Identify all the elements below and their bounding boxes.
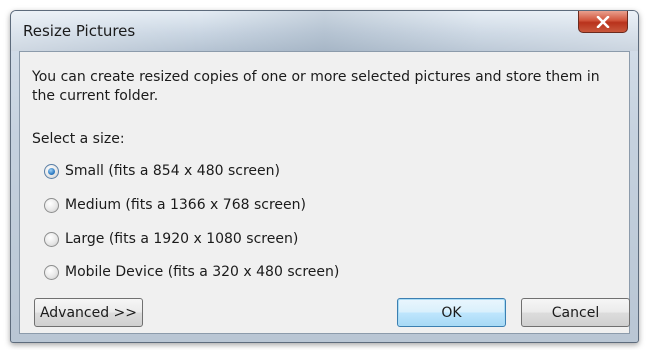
size-option-large[interactable]: Large (fits a 1920 x 1080 screen) [44, 229, 298, 249]
close-button[interactable] [578, 11, 628, 33]
close-icon [596, 15, 610, 28]
radio-dot [48, 167, 55, 175]
radio-selected-icon[interactable] [44, 163, 59, 179]
window-title: Resize Pictures [23, 22, 136, 40]
size-option-mobile-device[interactable]: Mobile Device (fits a 320 x 480 screen) [44, 262, 339, 282]
radio-empty-icon[interactable] [44, 197, 59, 213]
ok-button[interactable]: OK [397, 298, 506, 327]
radio-empty-icon[interactable] [44, 264, 59, 280]
select-size-label: Select a size: [32, 131, 125, 147]
dialog-body: You can create resized copies of one or … [19, 51, 630, 334]
size-option-label: Medium (fits a 1366 x 768 screen) [65, 197, 306, 213]
size-option-small[interactable]: Small (fits a 854 x 480 screen) [44, 161, 280, 181]
advanced-button[interactable]: Advanced >> [34, 298, 143, 327]
cancel-button[interactable]: Cancel [521, 298, 630, 327]
radio-empty-icon[interactable] [44, 231, 59, 247]
size-option-medium[interactable]: Medium (fits a 1366 x 768 screen) [44, 195, 306, 215]
dialog-description: You can create resized copies of one or … [32, 69, 600, 104]
size-option-label: Small (fits a 854 x 480 screen) [65, 163, 280, 179]
size-option-label: Mobile Device (fits a 320 x 480 screen) [65, 264, 340, 280]
size-option-label: Large (fits a 1920 x 1080 screen) [65, 231, 299, 247]
title-bar[interactable]: Resize Pictures [11, 11, 638, 51]
resize-pictures-dialog: Resize Pictures You can create resized c… [10, 10, 639, 343]
